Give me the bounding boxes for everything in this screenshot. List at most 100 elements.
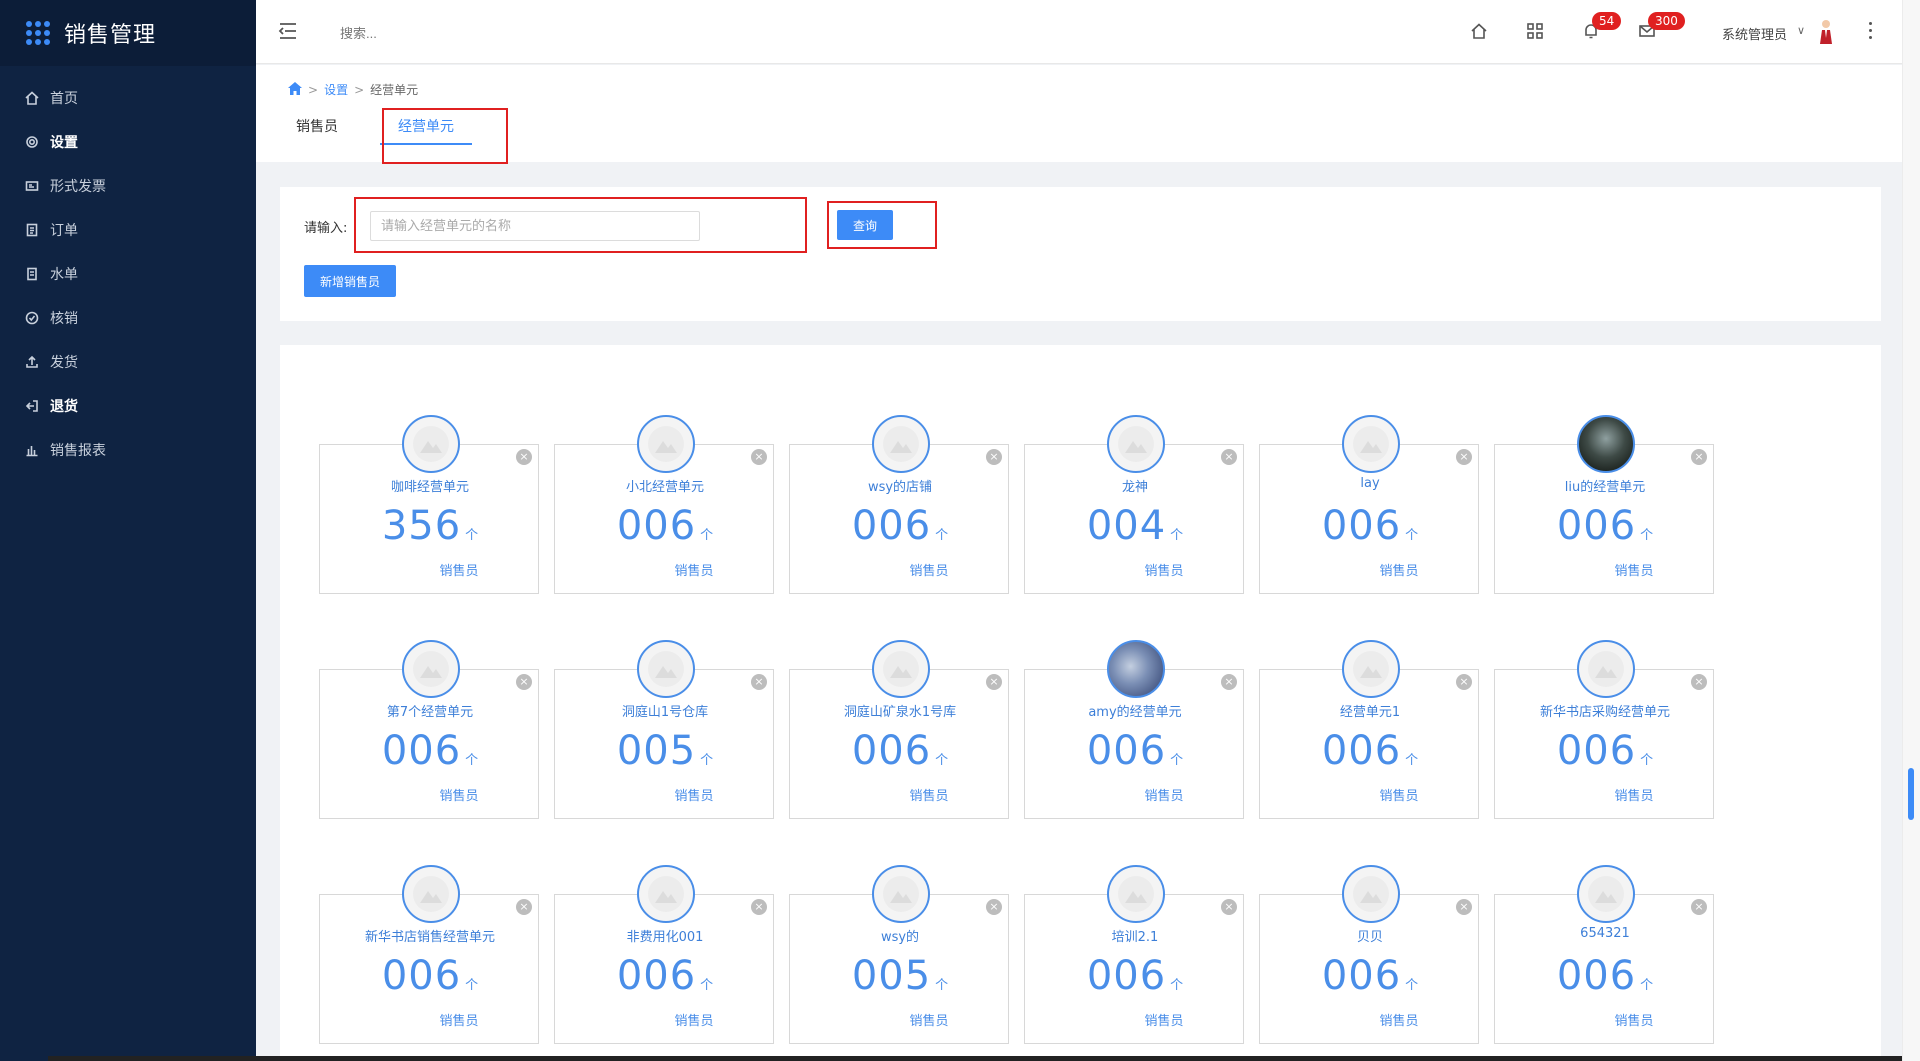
unit-role-label[interactable]: 销售员 (790, 785, 1010, 804)
close-icon[interactable]: × (1456, 674, 1472, 690)
mail-icon[interactable]: 300 (1638, 12, 1685, 42)
sidebar-item-sales-report[interactable]: 销售报表 (0, 428, 256, 472)
business-unit-card[interactable]: × 洞庭山矿泉水1号库 006 个销售员 (789, 640, 1010, 819)
home-icon[interactable] (288, 81, 302, 98)
unit-role-label[interactable]: 销售员 (790, 1010, 1010, 1029)
unit-role-label[interactable]: 销售员 (1495, 560, 1715, 579)
business-unit-card[interactable]: × 小北经营单元 006 个销售员 (554, 415, 775, 594)
business-unit-card[interactable]: × 654321 006 个销售员 (1494, 865, 1715, 1044)
unit-role-label[interactable]: 销售员 (320, 1010, 540, 1029)
unit-role-label[interactable]: 销售员 (555, 1010, 775, 1029)
unit-role-label[interactable]: 销售员 (555, 785, 775, 804)
more-icon[interactable] (1868, 22, 1874, 42)
close-icon[interactable]: × (986, 449, 1002, 465)
unit-avatar (1577, 415, 1635, 473)
sidebar-item-returns[interactable]: 退货 (0, 384, 256, 428)
unit-count-unit: 个 (1405, 753, 1419, 768)
business-unit-name-input[interactable] (370, 211, 700, 241)
business-unit-card[interactable]: × 贝贝 006 个销售员 (1259, 865, 1480, 1044)
close-icon[interactable]: × (1691, 674, 1707, 690)
close-icon[interactable]: × (751, 899, 767, 915)
add-salesperson-button[interactable]: 新增销售员 (304, 265, 396, 297)
sidebar-item-label: 退货 (50, 399, 78, 415)
unit-count-value: 005 (851, 953, 932, 999)
unit-role-label[interactable]: 销售员 (1260, 1010, 1480, 1029)
unit-role-label[interactable]: 销售员 (555, 560, 775, 579)
business-unit-card[interactable]: × 新华书店采购经营单元 006 个销售员 (1494, 640, 1715, 819)
unit-role-label[interactable]: 销售员 (1260, 785, 1480, 804)
business-unit-card[interactable]: × wsy的 005 个销售员 (789, 865, 1010, 1044)
close-icon[interactable]: × (1691, 899, 1707, 915)
unit-count: 006 个 (320, 728, 540, 774)
unit-role-label[interactable]: 销售员 (790, 560, 1010, 579)
close-icon[interactable]: × (516, 449, 532, 465)
sidebar-item-orders[interactable]: 订单 (0, 208, 256, 252)
sidebar-item-receipts[interactable]: 水单 (0, 252, 256, 296)
business-unit-card[interactable]: × wsy的店铺 006 个销售员 (789, 415, 1010, 594)
business-unit-card[interactable]: × lay 006 个销售员 (1259, 415, 1480, 594)
tab-salesperson[interactable]: 销售员 (296, 109, 338, 145)
sidebar-item-proforma-invoice[interactable]: 形式发票 (0, 164, 256, 208)
business-unit-card[interactable]: × 洞庭山1号仓库 005 个销售员 (554, 640, 775, 819)
close-icon[interactable]: × (751, 674, 767, 690)
scrollbar-thumb[interactable] (1908, 768, 1914, 820)
page-scrollbar[interactable] (1902, 0, 1920, 1061)
unit-role-label[interactable]: 销售员 (1025, 1010, 1245, 1029)
menu-collapse-icon[interactable] (278, 22, 298, 40)
unit-role-label[interactable]: 销售员 (1495, 1010, 1715, 1029)
business-unit-card[interactable]: × 非费用化001 006 个销售员 (554, 865, 775, 1044)
close-icon[interactable]: × (1456, 899, 1472, 915)
unit-role-label[interactable]: 销售员 (1495, 785, 1715, 804)
query-button[interactable]: 查询 (837, 210, 893, 240)
unit-avatar (872, 640, 930, 698)
close-icon[interactable]: × (986, 674, 1002, 690)
business-unit-card[interactable]: × 第7个经营单元 006 个销售员 (319, 640, 540, 819)
avatar[interactable] (1818, 18, 1834, 46)
return-icon (24, 398, 40, 414)
sidebar-item-write-off[interactable]: 核销 (0, 296, 256, 340)
close-icon[interactable]: × (516, 674, 532, 690)
unit-role-label[interactable]: 销售员 (1025, 785, 1245, 804)
unit-count-unit: 个 (465, 978, 479, 993)
unit-count-value: 006 (1556, 953, 1637, 999)
business-unit-card[interactable]: × amy的经营单元 006 个销售员 (1024, 640, 1245, 819)
chevron-down-icon[interactable]: ∨ (1797, 24, 1805, 37)
close-icon[interactable]: × (1221, 674, 1237, 690)
close-icon[interactable]: × (1221, 899, 1237, 915)
close-icon[interactable]: × (1691, 449, 1707, 465)
sidebar-item-settings[interactable]: 设置 (0, 120, 256, 164)
sidebar-item-label: 水单 (50, 267, 78, 283)
apps-icon[interactable] (1526, 22, 1546, 42)
sidebar-item-shipping[interactable]: 发货 (0, 340, 256, 384)
business-unit-card[interactable]: × 咖啡经营单元 356 个销售员 (319, 415, 540, 594)
unit-avatar (872, 865, 930, 923)
close-icon[interactable]: × (751, 449, 767, 465)
close-icon[interactable]: × (1221, 449, 1237, 465)
close-icon[interactable]: × (516, 899, 532, 915)
unit-role-label[interactable]: 销售员 (1260, 560, 1480, 579)
sidebar-item-home[interactable]: 首页 (0, 76, 256, 120)
unit-count-value: 006 (616, 953, 697, 999)
unit-role-label[interactable]: 销售员 (1025, 560, 1245, 579)
close-icon[interactable]: × (1456, 449, 1472, 465)
unit-role-label[interactable]: 销售员 (320, 785, 540, 804)
business-unit-card[interactable]: × 新华书店销售经营单元 006 个销售员 (319, 865, 540, 1044)
unit-count: 005 个 (555, 728, 775, 774)
unit-name: 新华书店销售经营单元 (364, 930, 495, 945)
unit-count-unit: 个 (700, 753, 714, 768)
sidebar: 销售管理 首页 设置 形式发票 订单 水单 核销 发货 退货 销售报表 (0, 0, 256, 1061)
business-unit-card[interactable]: × 经营单元1 006 个销售员 (1259, 640, 1480, 819)
user-name[interactable]: 系统管理员 (1722, 24, 1787, 43)
breadcrumb-settings[interactable]: 设置 (324, 81, 348, 98)
business-unit-card[interactable]: × 培训2.1 006 个销售员 (1024, 865, 1245, 1044)
close-icon[interactable]: × (986, 899, 1002, 915)
unit-role-label[interactable]: 销售员 (320, 560, 540, 579)
business-unit-card[interactable]: × liu的经营单元 006 个销售员 (1494, 415, 1715, 594)
unit-avatar (637, 865, 695, 923)
tab-business-unit[interactable]: 经营单元 (380, 109, 472, 145)
global-search-input[interactable] (340, 20, 560, 46)
bell-icon[interactable]: 54 (1582, 12, 1622, 42)
unit-count: 004 个 (1025, 503, 1245, 549)
home-icon[interactable] (1470, 22, 1490, 42)
business-unit-card[interactable]: × 龙神 004 个销售员 (1024, 415, 1245, 594)
